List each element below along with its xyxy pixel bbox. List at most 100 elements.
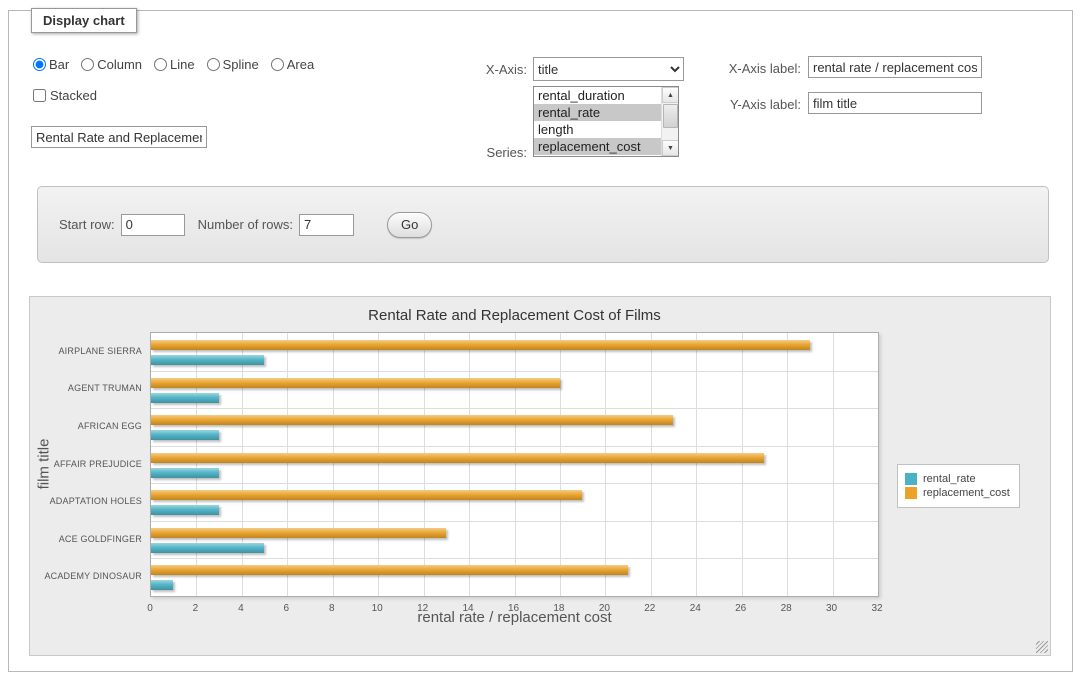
start-row-label: Start row: [59,217,115,232]
yaxis-label-input[interactable] [808,92,982,114]
gridline-vertical [696,333,697,596]
stacked-checkbox[interactable] [33,89,46,102]
gridline-vertical [424,333,425,596]
legend-item: rental_rate [905,473,1010,485]
gridline-horizontal [151,371,878,372]
x-tick-label: 12 [417,603,428,614]
yaxis-field-label: Y-Axis label: [679,97,801,112]
category-label: AFFAIR PREJUDICE [30,459,142,469]
chart-type-radios: Bar Column Line Spline Area [33,57,314,72]
chart-panel: Rental Rate and Replacement Cost of Film… [29,296,1051,656]
chart-type-bar-label: Bar [49,57,69,72]
bar-rental_rate [151,580,173,590]
bar-replacement_cost [151,565,628,575]
chart-type-column-radio[interactable] [81,58,94,71]
chart-type-spline[interactable]: Spline [207,57,259,72]
series-option-rental_rate[interactable]: rental_rate [534,104,661,121]
gridline-vertical [515,333,516,596]
legend-swatch [905,487,917,499]
x-tick-label: 8 [329,603,335,614]
num-rows-input[interactable] [299,214,354,236]
chart-type-spline-label: Spline [223,57,259,72]
legend-label: replacement_cost [923,487,1010,499]
x-tick-label: 24 [690,603,701,614]
num-rows-label: Number of rows: [198,217,293,232]
bar-rental_rate [151,505,219,515]
gridline-vertical [378,333,379,596]
series-option-replacement_cost[interactable]: replacement_cost [534,138,661,155]
legend-swatch [905,473,917,485]
bar-rental_rate [151,430,219,440]
category-label: AIRPLANE SIERRA [30,346,142,356]
x-tick-label: 6 [284,603,290,614]
stacked-label: Stacked [50,88,97,103]
x-tick-label: 0 [147,603,153,614]
fieldset-legend: Display chart [31,8,137,33]
x-tick-label: 22 [644,603,655,614]
chart-type-area-radio[interactable] [271,58,284,71]
chart-type-area-label: Area [287,57,314,72]
chart-type-area[interactable]: Area [271,57,314,72]
x-tick-label: 18 [553,603,564,614]
gridline-vertical [605,333,606,596]
x-tick-label: 10 [372,603,383,614]
resize-handle-icon[interactable] [1036,641,1048,653]
bar-rental_rate [151,393,219,403]
xaxis-label-input[interactable] [808,56,982,78]
category-label: AGENT TRUMAN [30,383,142,393]
plot-area [150,332,879,597]
stacked-option[interactable]: Stacked [33,88,97,103]
chart-type-line-label: Line [170,57,195,72]
scrollbar-thumb[interactable] [663,104,678,128]
gridline-vertical [833,333,834,596]
gridline-vertical [287,333,288,596]
chart-type-spline-radio[interactable] [207,58,220,71]
scroll-up-icon[interactable]: ▲ [662,87,679,103]
chart-title: Rental Rate and Replacement Cost of Film… [150,307,879,324]
chart-type-bar-radio[interactable] [33,58,46,71]
start-row-input[interactable] [121,214,185,236]
gridline-vertical [787,333,788,596]
xaxis-select-label: X-Axis: [429,62,527,77]
bar-rental_rate [151,543,264,553]
x-tick-label: 4 [238,603,244,614]
series-listbox-options: rental_durationrental_ratelengthreplacem… [534,87,661,156]
series-option-length[interactable]: length [534,121,661,138]
category-label: ACE GOLDFINGER [30,534,142,544]
bar-replacement_cost [151,453,764,463]
series-option-rental_duration[interactable]: rental_duration [534,87,661,104]
x-tick-label: 2 [193,603,199,614]
chart-type-line-radio[interactable] [154,58,167,71]
display-chart-fieldset: Display chart Bar Column Line Spline Are… [8,10,1073,672]
scroll-down-icon[interactable]: ▼ [662,140,679,156]
gridline-vertical [742,333,743,596]
series-listbox[interactable]: rental_durationrental_ratelengthreplacem… [533,86,679,157]
series-listbox-scrollbar[interactable]: ▲ ▼ [661,87,678,156]
chart-type-column-label: Column [97,57,142,72]
x-tick-label: 20 [599,603,610,614]
bar-replacement_cost [151,528,446,538]
chart-type-line[interactable]: Line [154,57,195,72]
bar-rental_rate [151,355,264,365]
chart-title-input[interactable] [31,126,207,148]
gridline-vertical [333,333,334,596]
bar-replacement_cost [151,490,582,500]
x-tick-label: 32 [871,603,882,614]
xaxis-field-label: X-Axis label: [679,61,801,76]
gridline-vertical [242,333,243,596]
xaxis-select[interactable]: title [533,57,684,81]
gridline-horizontal [151,521,878,522]
chart-type-bar[interactable]: Bar [33,57,69,72]
gridline-horizontal [151,558,878,559]
go-button[interactable]: Go [387,212,432,238]
bar-replacement_cost [151,340,810,350]
chart-type-column[interactable]: Column [81,57,142,72]
legend-label: rental_rate [923,473,976,485]
rows-panel: Start row: Number of rows: Go [37,186,1049,263]
gridline-horizontal [151,483,878,484]
series-listbox-label: Series: [429,145,527,160]
category-label: ACADEMY DINOSAUR [30,571,142,581]
category-label: ADAPTATION HOLES [30,496,142,506]
gridline-horizontal [151,408,878,409]
gridline-vertical [469,333,470,596]
